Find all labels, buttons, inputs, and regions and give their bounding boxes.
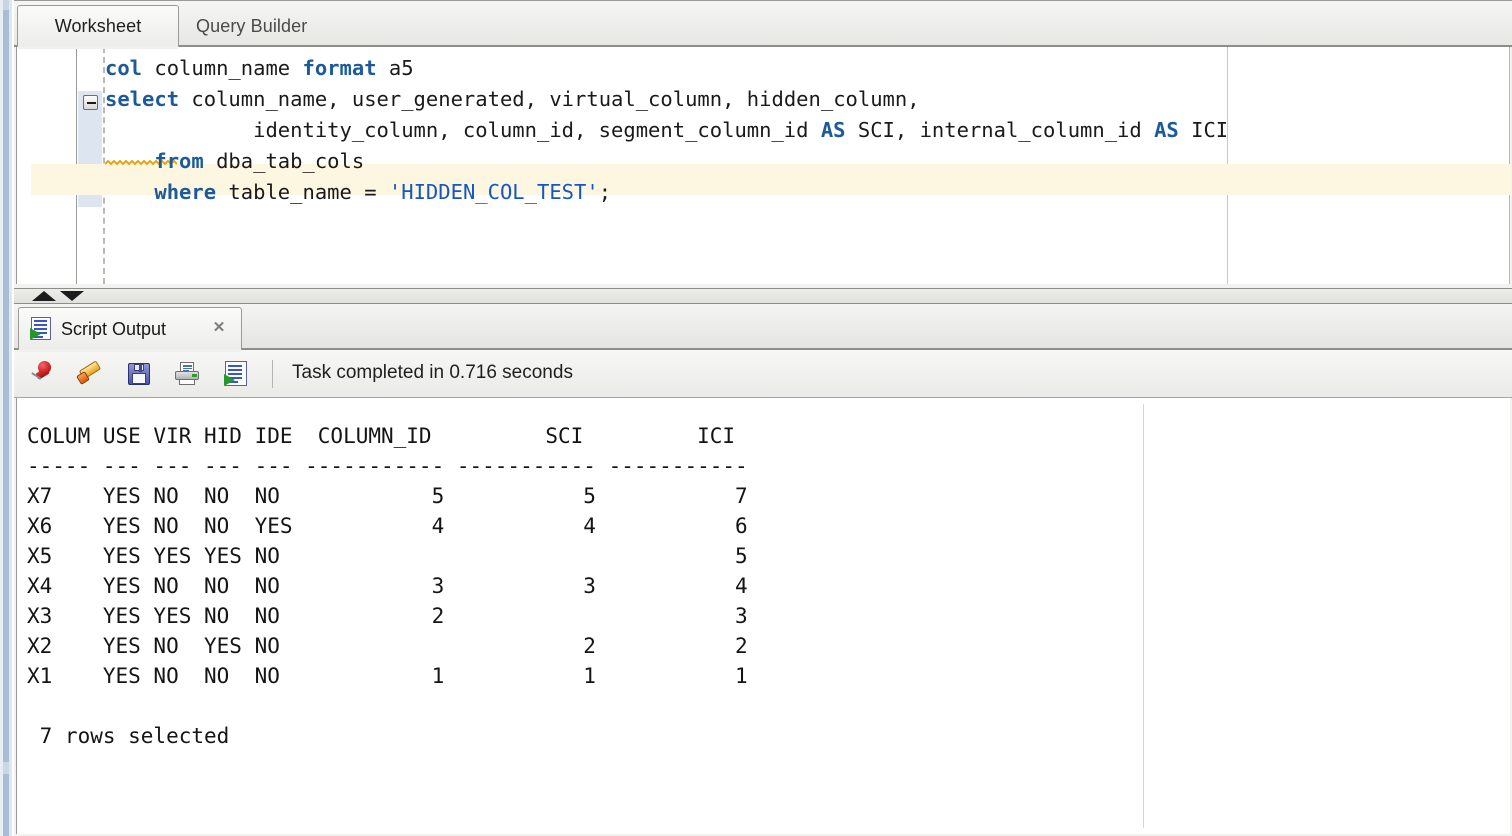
floppy-disk-icon xyxy=(125,360,153,388)
floppy-label xyxy=(132,373,146,384)
script-output-text-area[interactable]: COLUM USE VIR HID IDE COLUMN_ID SCI ICI … xyxy=(16,398,1510,834)
printer-led xyxy=(192,374,197,377)
sql-text: identity_column, column_id, segment_colu… xyxy=(105,118,821,142)
sql-text: ICI xyxy=(1178,118,1229,142)
icon-play-arrow xyxy=(30,328,41,340)
tab-query-builder[interactable]: Query Builder xyxy=(182,5,372,47)
toolbar-separator xyxy=(272,360,273,388)
code-line-5: where table_name = 'HIDDEN_COL_TEST'; xyxy=(105,177,1509,208)
printer-paper-out xyxy=(179,379,195,385)
icon-line-2 xyxy=(34,324,47,326)
run-script-button[interactable] xyxy=(216,356,254,392)
eraser-icon xyxy=(76,360,105,388)
icon-line-1 xyxy=(34,320,47,322)
sql-keyword: from xyxy=(154,149,204,173)
printer-icon xyxy=(173,360,201,388)
sql-keyword: col xyxy=(105,56,143,80)
script-output-toolbar: Task completed in 0.716 seconds xyxy=(14,350,1512,398)
save-button[interactable] xyxy=(120,356,158,392)
tab-worksheet-label: Worksheet xyxy=(54,16,142,36)
worksheet-editor-region: Worksheet Query Builder col column_name … xyxy=(14,0,1512,288)
sql-keyword: where xyxy=(154,180,217,204)
pin-button[interactable] xyxy=(24,356,62,392)
tabbar-top-rule xyxy=(14,0,1512,1)
left-panel-edge xyxy=(0,0,14,836)
script-output-tabbar: Script Output ✕ xyxy=(14,304,1512,352)
sql-string: 'HIDDEN_COL_TEST' xyxy=(388,180,599,204)
run-icon-play-arrow xyxy=(224,374,235,386)
tab-script-output[interactable]: Script Output ✕ xyxy=(18,307,242,352)
sql-text: a5 xyxy=(376,56,414,80)
tab-worksheet[interactable]: Worksheet xyxy=(17,5,179,49)
sql-text: ; xyxy=(598,180,612,204)
sql-keyword: AS xyxy=(820,118,846,142)
pushpin-icon xyxy=(29,360,57,388)
splitter-top-rule xyxy=(14,288,1512,289)
sql-text: SCI, internal_column_id xyxy=(845,118,1155,142)
sql-code-text[interactable]: col column_name format a5 select column_n… xyxy=(105,53,1509,208)
run-icon-line-1 xyxy=(228,365,242,367)
run-icon-line-2 xyxy=(228,369,242,371)
clear-button[interactable] xyxy=(72,356,110,392)
output-vertical-divider xyxy=(1143,404,1144,828)
triangle-up-icon[interactable] xyxy=(32,291,56,301)
sql-developer-window: Worksheet Query Builder col column_name … xyxy=(0,0,1512,836)
task-status-message: Task completed in 0.716 seconds xyxy=(292,362,573,383)
sql-keyword: select xyxy=(105,87,180,111)
print-button[interactable] xyxy=(168,356,206,392)
sql-keyword: format xyxy=(302,56,377,80)
tab-query-builder-label: Query Builder xyxy=(196,15,308,36)
code-line-2: select column_name, user_generated, virt… xyxy=(105,84,1509,115)
worksheet-tabbar: Worksheet Query Builder xyxy=(14,0,1512,49)
close-icon[interactable]: ✕ xyxy=(211,320,227,336)
code-line-4: from dba_tab_cols xyxy=(105,146,1509,177)
code-line-1: col column_name format a5 xyxy=(105,53,1509,84)
pin-head xyxy=(38,361,51,374)
code-line-3: identity_column, column_id, segment_colu… xyxy=(105,115,1509,146)
sql-keyword: AS xyxy=(1154,118,1179,142)
script-output-region: Script Output ✕ Task completed in 0.716 … xyxy=(14,304,1512,836)
panel-splitter[interactable] xyxy=(14,288,1512,304)
sql-text: dba_tab_cols xyxy=(203,149,365,173)
sql-text: column_name xyxy=(142,56,303,80)
triangle-down-icon[interactable] xyxy=(60,291,84,301)
code-editor-surface[interactable]: col column_name format a5 select column_n… xyxy=(16,47,1511,284)
sql-text: table_name = xyxy=(216,180,389,204)
sql-text: column_name, user_generated, virtual_col… xyxy=(179,87,920,111)
floppy-shutter xyxy=(134,364,144,372)
collapse-minus-icon[interactable] xyxy=(83,95,98,110)
script-output-icon xyxy=(29,317,53,341)
script-result-text: COLUM USE VIR HID IDE COLUMN_ID SCI ICI … xyxy=(27,424,748,748)
tab-script-output-label: Script Output xyxy=(61,318,167,339)
script-output-icon xyxy=(223,361,247,387)
